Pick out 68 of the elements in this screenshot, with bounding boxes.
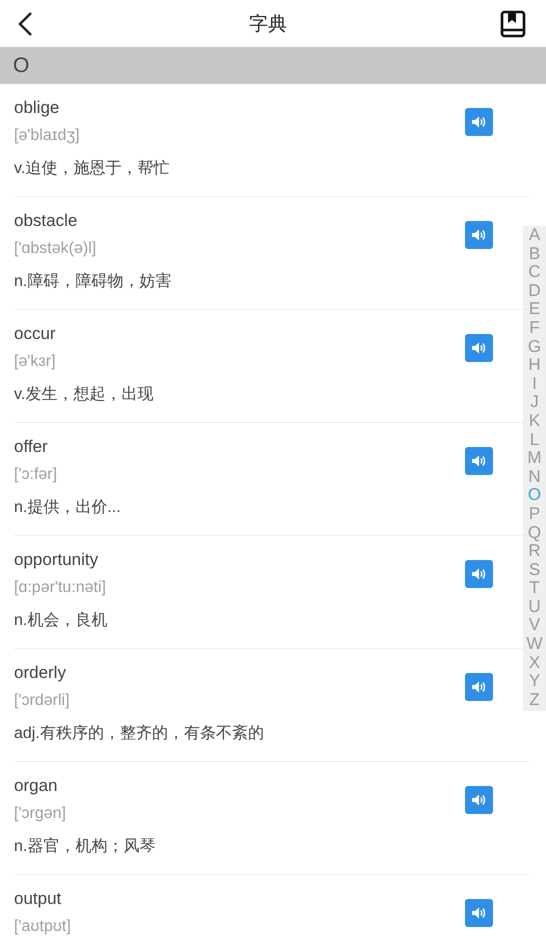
definition: n.提供，出价...	[14, 498, 121, 518]
index-letter[interactable]: N	[528, 468, 541, 486]
speaker-button[interactable]	[465, 221, 493, 249]
phonetic: [ɑ:pər'tu:nəti]	[14, 578, 106, 598]
speaker-button[interactable]	[465, 673, 493, 701]
speaker-button[interactable]	[465, 108, 493, 136]
entry-word[interactable]: output	[14, 887, 62, 911]
index-letter[interactable]: F	[529, 318, 540, 338]
speaker-icon	[471, 679, 487, 695]
entry-word[interactable]: offer	[14, 435, 48, 459]
definition: adj.有秩序的，整齐的，有条不紊的	[14, 723, 264, 744]
speaker-button[interactable]	[465, 786, 493, 814]
index-letter[interactable]: Q	[528, 524, 542, 542]
index-letter[interactable]: R	[528, 542, 541, 561]
index-letter[interactable]: S	[528, 560, 540, 580]
index-letter[interactable]: B	[528, 244, 540, 264]
definition: n.机会，良机	[14, 610, 108, 631]
speaker-icon	[471, 905, 487, 921]
index-letter[interactable]: H	[528, 356, 541, 375]
phonetic: ['ɔrdərli]	[14, 691, 70, 711]
bookmark-book-icon[interactable]	[500, 10, 526, 38]
speaker-icon	[471, 453, 487, 469]
speaker-icon	[471, 340, 487, 356]
speaker-icon	[471, 227, 487, 243]
speaker-button[interactable]	[465, 899, 493, 927]
index-letter[interactable]: C	[528, 263, 541, 282]
phonetic: ['ɔ:fər]	[14, 465, 58, 485]
phonetic: ['aʊtpʊt]	[14, 917, 71, 937]
entry-word[interactable]: obstacle	[14, 209, 78, 233]
entry-word[interactable]: orderly	[14, 661, 66, 685]
index-letter[interactable]: M	[527, 449, 542, 468]
phonetic: ['ɑbstək(ə)l]	[14, 239, 96, 259]
entry-word[interactable]: opportunity	[14, 548, 98, 572]
speaker-icon	[471, 566, 487, 582]
index-letter[interactable]: K	[528, 412, 540, 431]
phonetic: [ə'kɜr]	[14, 352, 56, 372]
index-letter[interactable]: Y	[528, 672, 540, 691]
phonetic: [ə'blaɪdʒ]	[14, 126, 80, 146]
index-letter[interactable]: E	[528, 300, 540, 319]
index-letter[interactable]: Z	[529, 690, 540, 710]
index-letter[interactable]: V	[528, 616, 540, 636]
index-letter[interactable]: T	[529, 579, 540, 598]
definition: v.迫使，施恩于，帮忙	[14, 158, 170, 179]
definition: n.器官，机构；风琴	[14, 836, 156, 857]
entry-word[interactable]: oblige	[14, 96, 60, 120]
index-letter[interactable]: I	[532, 374, 537, 394]
index-letter[interactable]: J	[530, 393, 539, 412]
index-letter[interactable]: W	[526, 635, 543, 654]
index-letter[interactable]: A	[528, 226, 540, 245]
entry-word[interactable]: occur	[14, 322, 56, 346]
index-letter[interactable]: P	[528, 504, 540, 524]
speaker-button[interactable]	[465, 447, 493, 475]
index-letter[interactable]: D	[528, 282, 541, 300]
speaker-icon	[471, 114, 487, 130]
speaker-icon	[471, 792, 487, 808]
index-letter[interactable]: L	[530, 430, 540, 450]
definition: n.障碍，障碍物，妨害	[14, 272, 172, 292]
page-title: 字典	[249, 12, 287, 36]
phonetic: ['ɔrgən]	[14, 804, 66, 824]
definition: v.发生，想起，出现	[14, 384, 154, 405]
speaker-button[interactable]	[465, 560, 493, 588]
entry-word[interactable]: organ	[14, 774, 58, 798]
index-letter[interactable]: X	[528, 654, 540, 672]
index-letter[interactable]: G	[528, 338, 542, 356]
index-letter[interactable]: O	[528, 486, 542, 505]
section-letter: O	[13, 54, 30, 78]
index-letter[interactable]: U	[528, 598, 541, 616]
speaker-button[interactable]	[465, 334, 493, 362]
